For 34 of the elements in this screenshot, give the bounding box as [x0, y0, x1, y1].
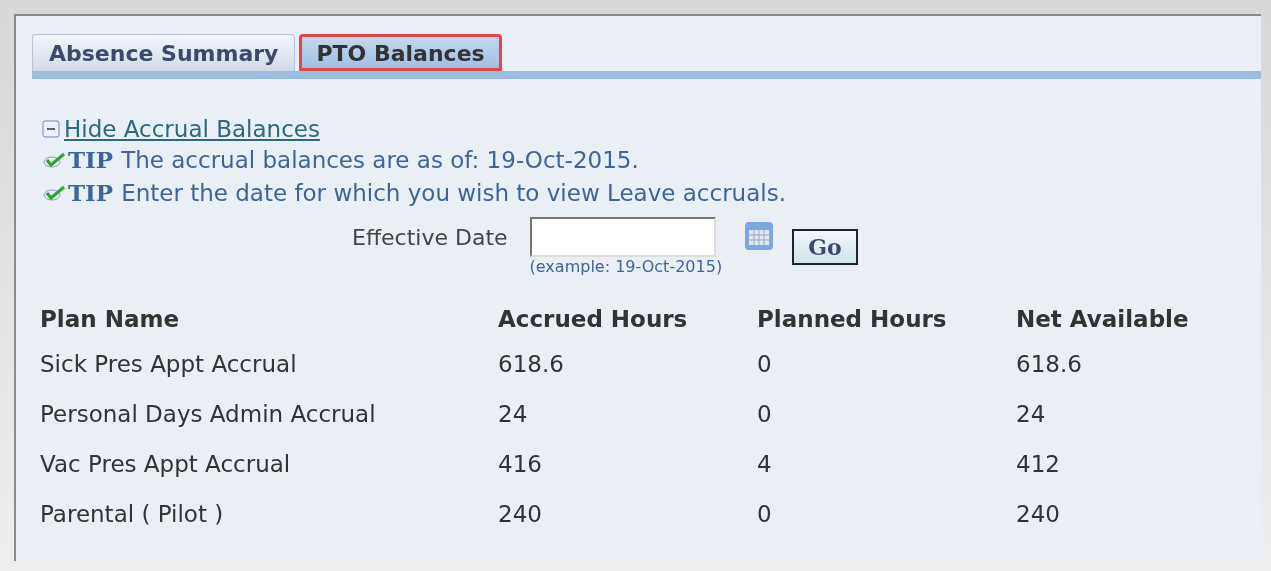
table-cell-text: 240 — [498, 500, 543, 529]
table-cell-text: Parental ( Pilot ) — [40, 500, 225, 529]
table-cell-text: 618.6 — [498, 350, 565, 379]
table-cell-text: 416 — [498, 450, 543, 479]
column-header: Net Available — [1016, 305, 1189, 334]
checkmark-icon — [42, 183, 68, 202]
table-cell-text: 240 — [1016, 500, 1061, 529]
table-cell-text: 0 — [757, 350, 773, 379]
table-cell-text: 0 — [757, 500, 773, 529]
table-cell-text: Sick Pres Appt Accrual — [40, 350, 298, 379]
date-input-field[interactable] — [529, 217, 716, 257]
table-cell-text: 618.6 — [1016, 350, 1083, 379]
table-cell-text: 24 — [1016, 400, 1047, 429]
table-cell-text: 4 — [757, 450, 773, 479]
tab[interactable]: Absence Summary — [32, 34, 296, 71]
example-hint: (example: 19-Oct-2015) — [529, 257, 723, 276]
collapse-icon[interactable] — [42, 120, 60, 138]
table-cell-text: 412 — [1016, 450, 1061, 479]
go-button[interactable]: Go — [792, 229, 858, 265]
column-header: Plan Name — [40, 299, 498, 339]
tip-label: TIP — [68, 179, 114, 206]
column-header: Accrued Hours — [498, 305, 689, 334]
toggle-link[interactable]: Hide Accrual Balances — [64, 116, 320, 142]
tip-text: The accrual balances are as of: 19-Oct-2015. — [121, 146, 639, 173]
tip-label: TIP — [68, 146, 114, 173]
table-cell-text: Vac Pres Appt Accrual — [40, 450, 292, 479]
field-label: Effective Date — [352, 225, 508, 250]
column-header: Planned Hours — [757, 305, 948, 334]
checkmark-icon — [42, 150, 68, 169]
table-cell-text: Personal Days Admin Accrual — [40, 400, 377, 429]
tip-text: Enter the date for which you wish to view Leave accruals. — [121, 179, 786, 206]
table-cell-text: 0 — [757, 400, 773, 429]
table-cell-text: 24 — [498, 400, 529, 429]
tab[interactable]: PTO Balances — [299, 34, 502, 71]
